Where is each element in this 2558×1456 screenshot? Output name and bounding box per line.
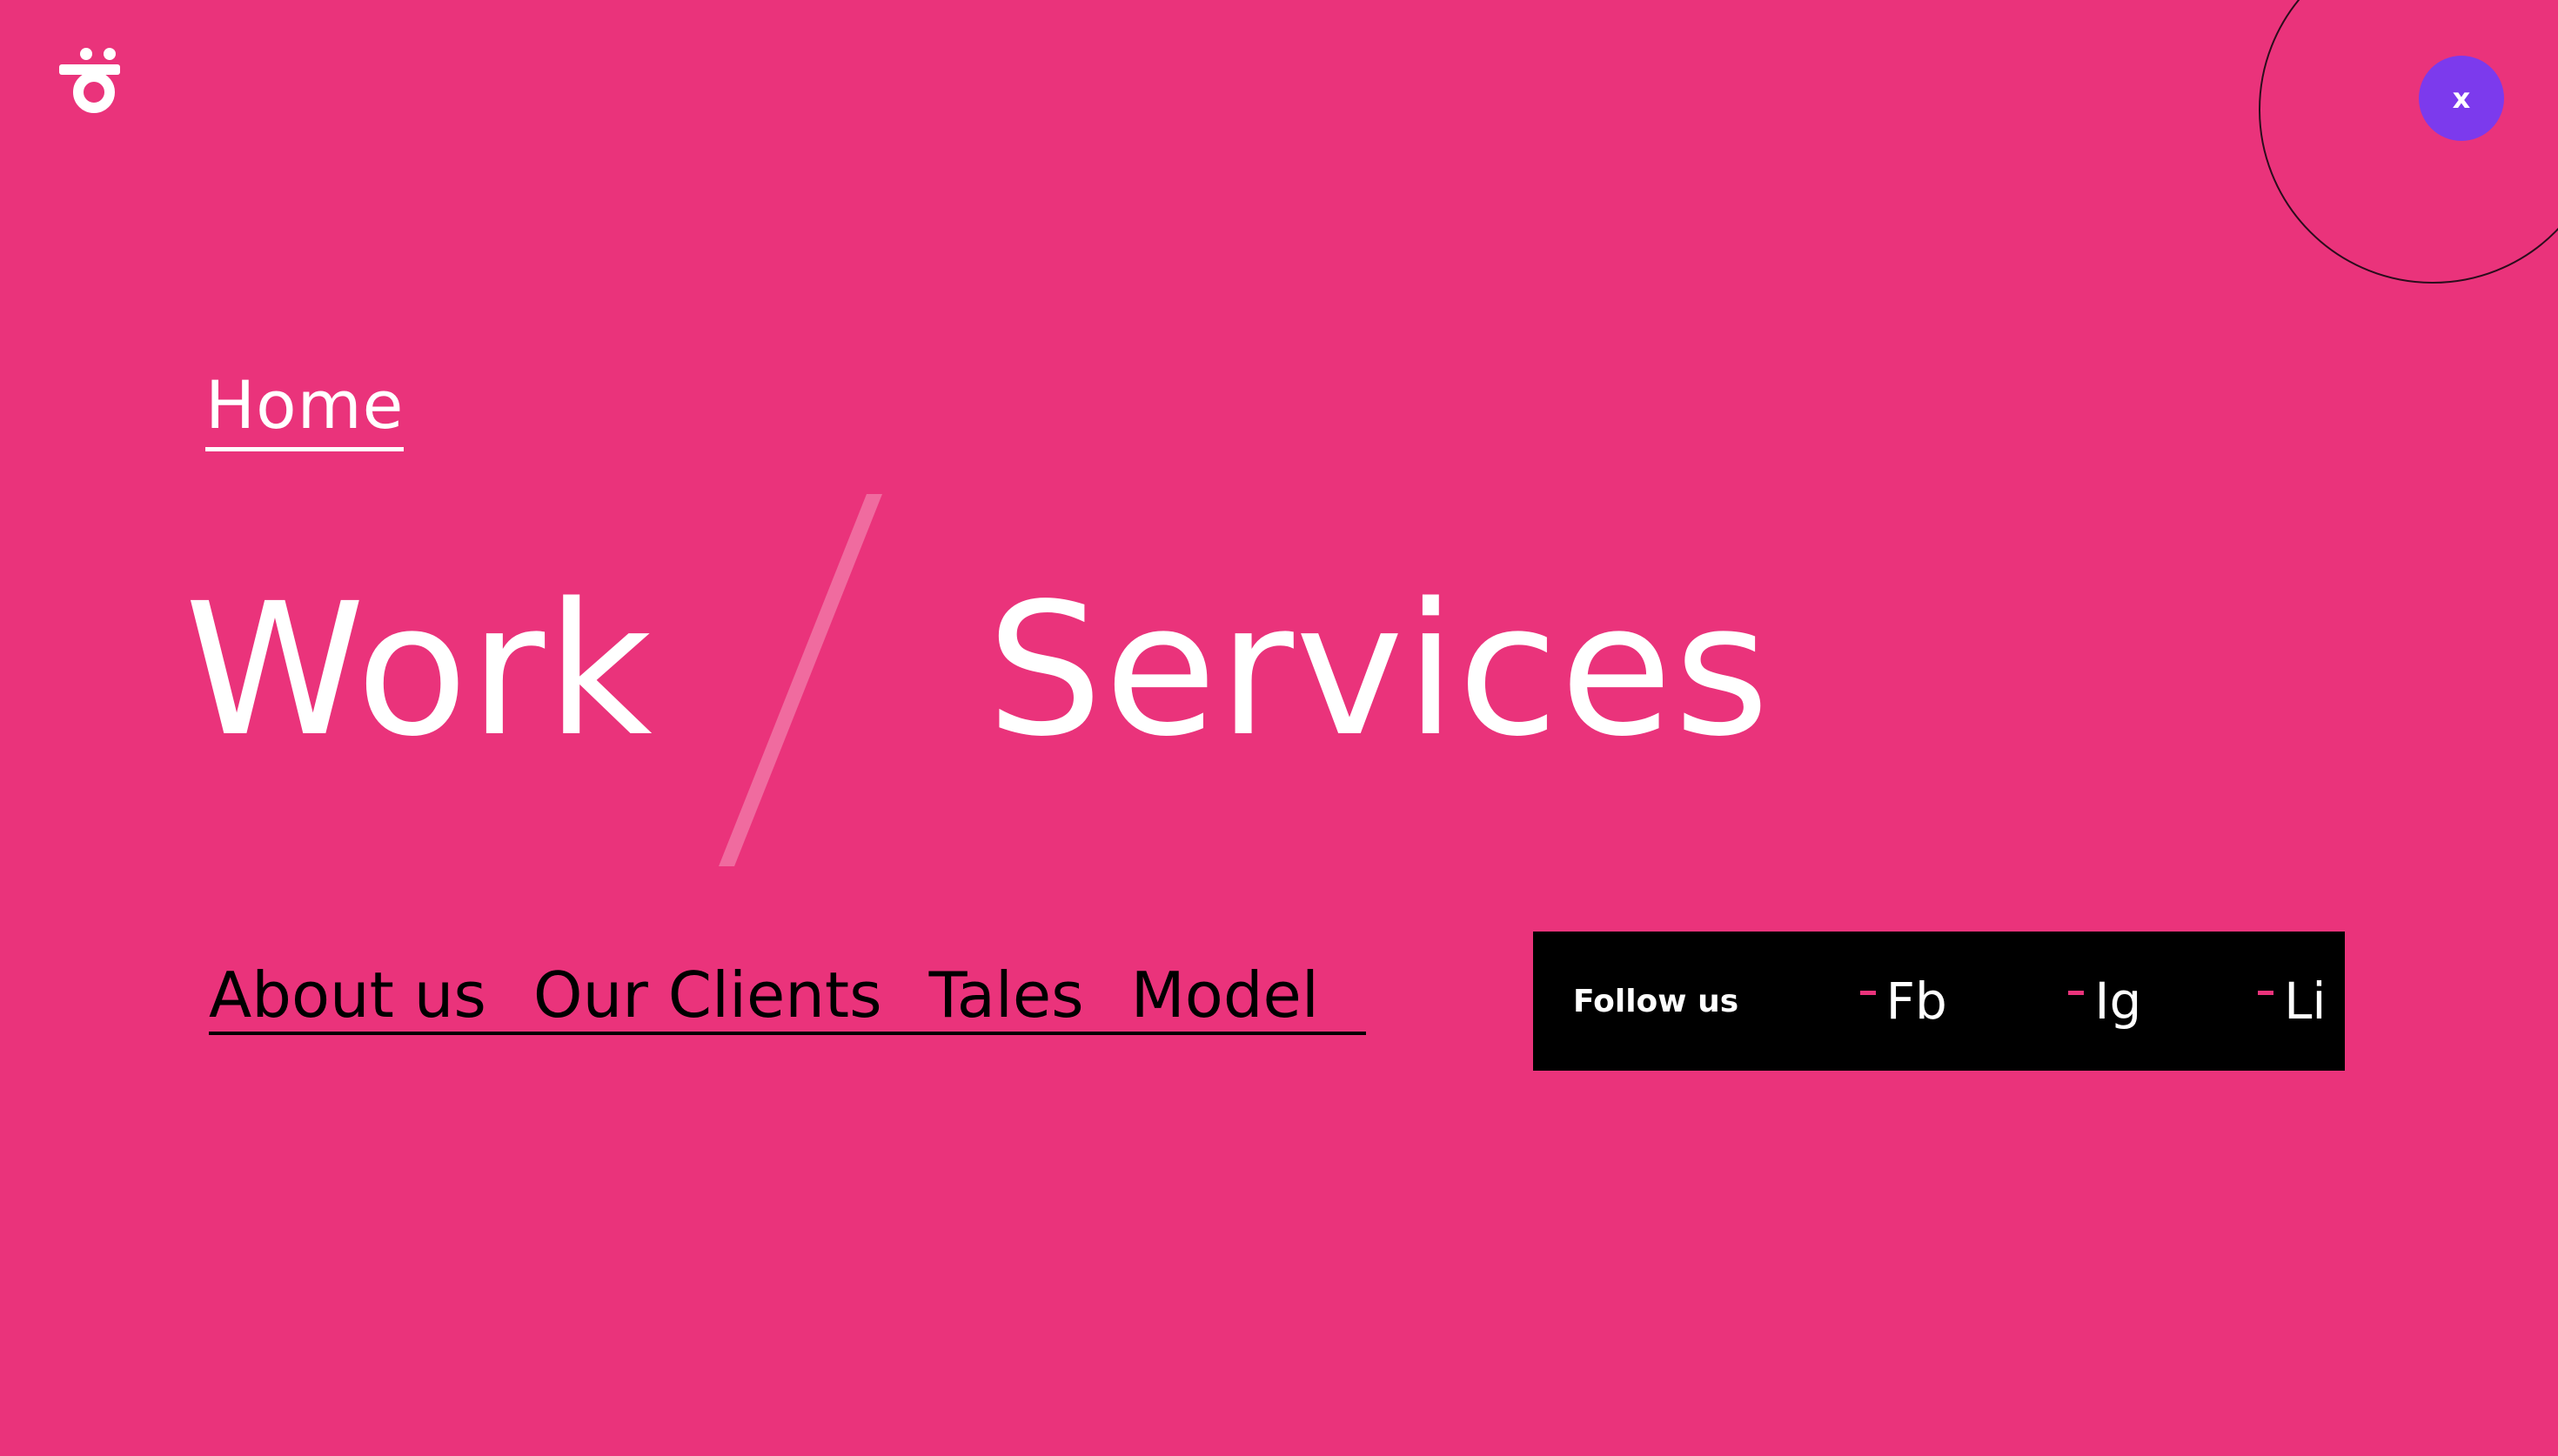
follow-us-label: Follow us: [1573, 983, 1739, 1019]
facebook-label: Fb: [1885, 972, 1947, 1031]
nav-work-link[interactable]: Work: [184, 579, 654, 762]
close-icon: x: [2452, 82, 2471, 115]
linkedin-link[interactable]: Li: [2258, 972, 2345, 1031]
brand-logo-icon[interactable]: [59, 47, 120, 113]
secondary-nav: About us Our Clients Tales Model: [209, 957, 1366, 1035]
dash-marker: [1859, 990, 1876, 995]
nav-tales-link[interactable]: Tales: [929, 964, 1084, 1026]
decorative-circle: [2259, 0, 2558, 284]
nav-services-link[interactable]: Services: [987, 579, 1771, 762]
dash-marker: [2068, 990, 2085, 995]
instagram-label: Ig: [2094, 972, 2142, 1031]
nav-about-us-link[interactable]: About us: [209, 964, 486, 1026]
linkedin-label: Li: [2284, 972, 2327, 1031]
slash-divider: [719, 494, 882, 866]
nav-model-link[interactable]: Model: [1131, 964, 1319, 1026]
nav-our-clients-link[interactable]: Our Clients: [533, 964, 882, 1026]
dash-marker: [2258, 990, 2274, 995]
instagram-link[interactable]: Ig: [2068, 972, 2258, 1031]
social-follow-bar: Follow us Fb Ig Li: [1533, 932, 2345, 1071]
menu-overlay: x Home Work Services About us Our Client…: [0, 0, 2558, 1456]
close-button[interactable]: x: [2419, 56, 2504, 141]
facebook-link[interactable]: Fb: [1859, 972, 2069, 1031]
nav-home-link[interactable]: Home: [205, 372, 405, 451]
